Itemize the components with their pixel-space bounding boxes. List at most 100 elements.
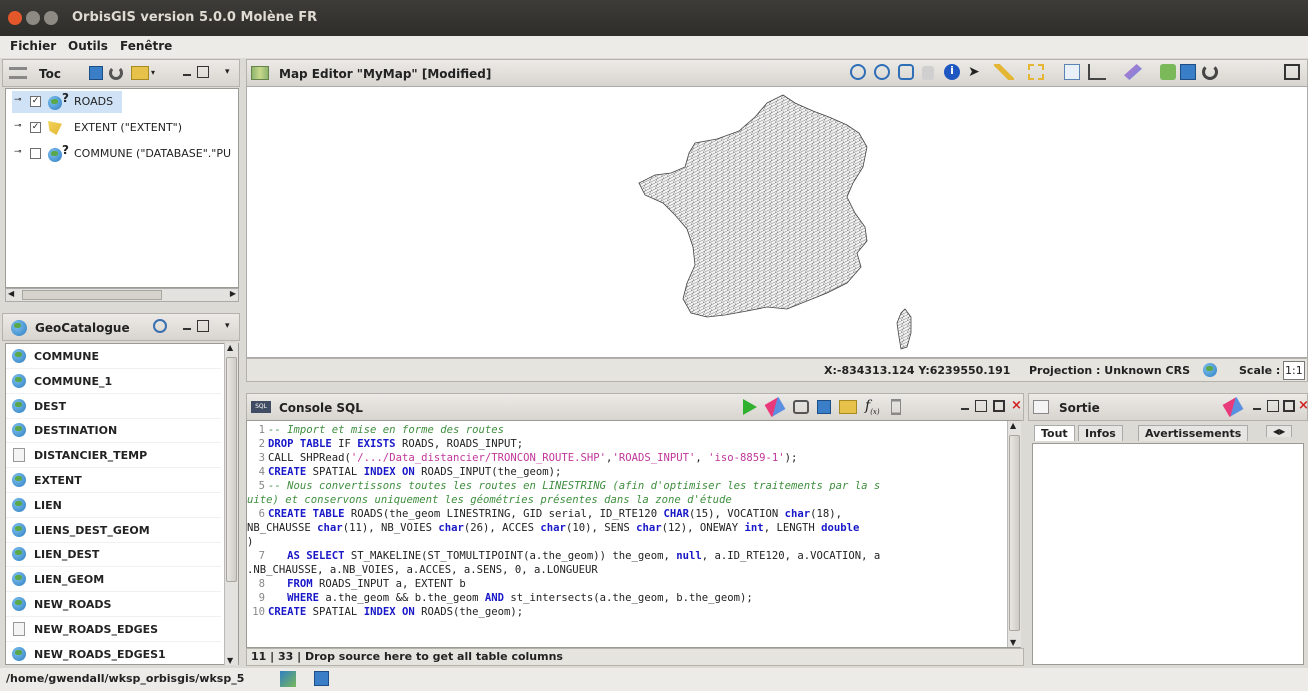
catalogue-item[interactable]: EXTENT: [6, 468, 221, 493]
catalogue-item[interactable]: DEST: [6, 394, 221, 419]
sortie-output-area[interactable]: [1032, 443, 1304, 665]
scroll-down-icon[interactable]: ▼: [1010, 638, 1016, 647]
minimize-window-button[interactable]: [26, 11, 40, 25]
menu-outils[interactable]: Outils: [68, 39, 108, 53]
layer-checkbox[interactable]: [30, 148, 41, 159]
sql-editor-scrollbar[interactable]: ▲ ▼: [1007, 421, 1021, 647]
maximize-panel-icon[interactable]: [1284, 64, 1300, 80]
search-icon[interactable]: [153, 319, 167, 333]
catalogue-item[interactable]: NEW_ROADS_EDGES: [6, 617, 221, 642]
layer-item[interactable]: ⊸ ? COMMUNE ("DATABASE"."PU: [12, 143, 240, 165]
open-folder-icon[interactable]: [839, 400, 857, 414]
pan-hand-icon[interactable]: [922, 66, 934, 80]
maximize-window-button[interactable]: [44, 11, 58, 25]
map-canvas[interactable]: [246, 86, 1308, 358]
add-layer-icon[interactable]: [1160, 64, 1176, 80]
scroll-up-icon[interactable]: ▲: [227, 343, 233, 352]
workspace-switch-icon[interactable]: [280, 671, 296, 687]
sql-editor[interactable]: 1 -- Import et mise en forme des routes 2…: [246, 420, 1021, 648]
catalogue-item[interactable]: NEW_ROADS_EDGES1: [6, 642, 221, 664]
panel-menu-icon[interactable]: ▾: [225, 321, 230, 331]
expand-icon[interactable]: ⊸: [14, 121, 22, 131]
float-panel-icon[interactable]: [197, 66, 209, 78]
layer-checkbox[interactable]: ✓: [30, 122, 41, 133]
catalogue-item[interactable]: COMMUNE: [6, 344, 221, 369]
globe-icon: [12, 547, 26, 562]
geocatalogue-header: GeoCatalogue ▾: [2, 313, 240, 341]
close-icon[interactable]: ×: [1298, 398, 1308, 413]
close-window-button[interactable]: [8, 11, 22, 25]
maximize-panel-icon[interactable]: [993, 400, 1005, 412]
expand-icon[interactable]: ⊸: [14, 95, 22, 105]
catalogue-item[interactable]: LIEN: [6, 493, 221, 518]
zoom-extent-icon[interactable]: [898, 64, 914, 80]
expand-icon[interactable]: ⊸: [14, 147, 22, 157]
geocatalogue-scrollbar[interactable]: ▲ ▼: [224, 343, 238, 665]
menu-fichier[interactable]: Fichier: [10, 39, 56, 53]
save-map-icon[interactable]: [1180, 64, 1196, 80]
chevron-down-icon[interactable]: ▾: [151, 68, 155, 77]
attribute-table-icon[interactable]: [1064, 64, 1080, 80]
console-title: Console SQL: [279, 401, 363, 415]
panel-menu-icon[interactable]: ▾: [225, 67, 230, 77]
catalogue-item[interactable]: LIEN_DEST: [6, 542, 221, 568]
menu-bar: Fichier Outils Fenêtre: [0, 36, 1308, 58]
maximize-panel-icon[interactable]: [1283, 400, 1295, 412]
layer-item[interactable]: ⊸ ✓ ? ROADS: [12, 91, 122, 113]
scroll-thumb[interactable]: [22, 290, 162, 300]
scroll-thumb[interactable]: [226, 357, 237, 582]
tab-infos[interactable]: Infos: [1078, 425, 1123, 441]
output-icon: [1033, 400, 1049, 414]
scale-input[interactable]: 1:1: [1283, 361, 1305, 380]
zoom-in-icon[interactable]: [850, 64, 866, 80]
layer-item[interactable]: ⊸ ✓ EXTENT ("EXTENT"): [12, 117, 212, 139]
scroll-right-icon[interactable]: ▶: [230, 289, 236, 298]
float-panel-icon[interactable]: [1267, 400, 1279, 412]
info-icon[interactable]: i: [944, 64, 960, 80]
sql-code: 1 -- Import et mise en forme des routes 2…: [247, 424, 881, 618]
refresh-icon[interactable]: [109, 66, 123, 80]
select-region-icon[interactable]: [1028, 64, 1044, 80]
layer-checkbox[interactable]: ✓: [30, 96, 41, 107]
catalogue-item[interactable]: LIENS_DEST_GEOM: [6, 518, 221, 543]
function-icon[interactable]: f(x): [865, 398, 880, 416]
tab-scroll-right-icon[interactable]: ◀▶: [1266, 425, 1293, 437]
catalogue-item[interactable]: DESTINATION: [6, 418, 221, 444]
catalogue-item[interactable]: COMMUNE_1: [6, 369, 221, 394]
polygon-icon: [48, 121, 62, 135]
minimize-panel-icon[interactable]: [183, 328, 191, 330]
catalogue-item[interactable]: DISTANCIER_TEMP: [6, 443, 221, 469]
select-arrow-icon[interactable]: ➤: [968, 64, 984, 80]
scroll-up-icon[interactable]: ▲: [1010, 421, 1016, 430]
eraser-icon[interactable]: [1222, 396, 1244, 418]
minimize-panel-icon[interactable]: [1253, 408, 1261, 410]
chart-icon[interactable]: [1088, 64, 1106, 80]
tab-avertissements[interactable]: Avertissements: [1138, 425, 1249, 441]
zoom-out-icon[interactable]: [874, 64, 890, 80]
tab-tout[interactable]: Tout: [1034, 425, 1075, 441]
minimize-panel-icon[interactable]: [961, 408, 969, 410]
minimize-panel-icon[interactable]: [183, 74, 191, 76]
save-script-icon[interactable]: [817, 400, 831, 414]
projection-globe-icon[interactable]: [1203, 363, 1217, 377]
menu-fenetre[interactable]: Fenêtre: [120, 39, 172, 53]
draw-line-icon[interactable]: [994, 64, 1014, 80]
eraser-icon[interactable]: [764, 396, 786, 418]
hourglass-icon[interactable]: [891, 399, 901, 415]
execute-icon[interactable]: [743, 399, 757, 415]
save-workspace-icon[interactable]: [314, 671, 329, 686]
scroll-left-icon[interactable]: ◀: [8, 289, 14, 298]
catalogue-item[interactable]: NEW_ROADS: [6, 592, 221, 617]
map-editor-title: Map Editor "MyMap" [Modified]: [279, 67, 492, 81]
save-icon[interactable]: [89, 66, 103, 80]
refresh-icon[interactable]: [1202, 64, 1218, 80]
catalogue-item[interactable]: LIEN_GEOM: [6, 567, 221, 593]
float-panel-icon[interactable]: [975, 400, 987, 412]
find-icon[interactable]: [793, 400, 809, 414]
float-panel-icon[interactable]: [197, 320, 209, 332]
scroll-thumb[interactable]: [1009, 435, 1020, 631]
scroll-down-icon[interactable]: ▼: [227, 656, 233, 665]
close-icon[interactable]: ×: [1011, 398, 1022, 413]
folder-add-icon[interactable]: [131, 66, 149, 80]
toc-horizontal-scrollbar[interactable]: ◀ ▶: [5, 288, 239, 302]
